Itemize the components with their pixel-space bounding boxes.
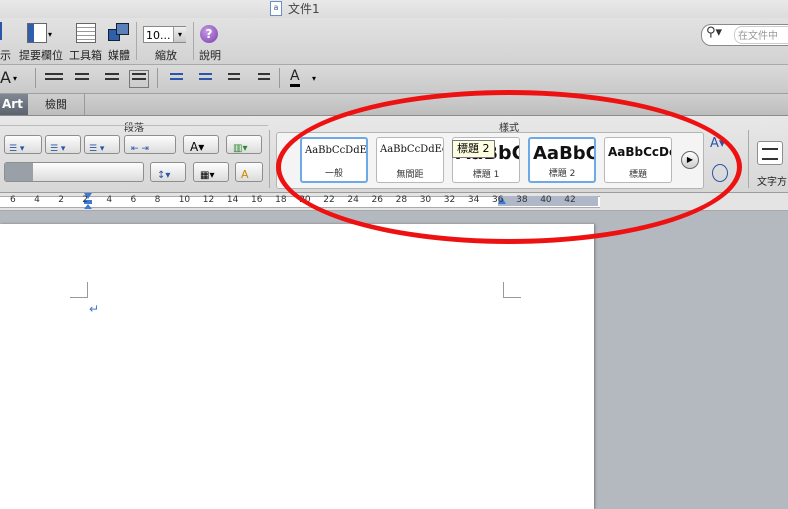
ruler-tick-label: 10: [178, 195, 191, 205]
bullets-button[interactable]: ☰ ▾: [4, 135, 42, 154]
group-title-divider: [0, 125, 268, 126]
sidebar-dropdown-icon[interactable]: ▾: [48, 30, 52, 39]
more-styles-icon[interactable]: ▶: [681, 151, 699, 169]
toolbar-divider: [157, 68, 158, 88]
page-corner-mark: [70, 282, 88, 298]
paragraph-mark-icon: ↵: [89, 302, 100, 316]
borders-button[interactable]: ▦▾: [193, 162, 229, 182]
ruler-tick-label: 34: [467, 195, 480, 205]
toolbox-label: 工具箱: [69, 49, 102, 62]
ruler-tick-label: 32: [443, 195, 456, 205]
font-color-dropdown-icon[interactable]: ▾: [312, 74, 316, 83]
style-normal[interactable]: AaBbCcDdEe 一般: [300, 137, 368, 183]
ruler-tick-label: 12: [202, 195, 215, 205]
font-color-icon[interactable]: A: [290, 68, 300, 87]
ruler-tick-label: 2: [82, 195, 89, 205]
change-styles-icon[interactable]: A▾: [710, 136, 725, 151]
title-bar: [0, 0, 788, 18]
indent-buttons[interactable]: ⇤ ⇥: [124, 135, 176, 154]
ruler-tick-label: 6: [10, 195, 16, 205]
ruler-tick-label: 4: [106, 195, 113, 205]
font-style-dropdown-icon[interactable]: ▾: [13, 74, 17, 83]
numbered-list-icon[interactable]: [165, 70, 183, 86]
page-corner-mark: [503, 282, 521, 298]
style-tooltip: 標題 2: [452, 140, 495, 158]
ruler-tick-label: 24: [347, 195, 359, 205]
text-direction-button[interactable]: A▾: [183, 135, 219, 154]
text-box-icon[interactable]: [757, 141, 783, 165]
document-icon: a: [270, 1, 282, 16]
ruler-tick-label: 30: [419, 195, 432, 205]
paragraph-group-title: 段落: [124, 123, 144, 134]
ruler-tick-label: 4: [34, 195, 40, 205]
help-icon[interactable]: ?: [200, 25, 218, 43]
style-no-spacing[interactable]: AaBbCcDdEe 無間距: [376, 137, 444, 183]
ruler-tick-label: 28: [395, 195, 408, 205]
window-title: 文件1: [288, 2, 320, 16]
cut-label: 示: [0, 49, 11, 62]
line-spacing-button[interactable]: ↕▾: [150, 162, 186, 182]
ruler-tick-label: 14: [226, 195, 239, 205]
style-title[interactable]: AaBbCcDc 標題: [604, 137, 672, 183]
text-box-label: 文字方: [757, 177, 787, 188]
font-style-icon[interactable]: A: [0, 68, 11, 87]
document-page[interactable]: [0, 224, 594, 509]
group-divider: [748, 130, 749, 188]
style-heading-2[interactable]: AaBbC 標題 2: [528, 137, 596, 183]
toolbar-divider: [193, 22, 194, 60]
alignment-buttons[interactable]: [4, 162, 144, 182]
sidebar-icon[interactable]: [27, 23, 47, 43]
help-label: 說明: [199, 49, 221, 62]
toolbar-divider: [136, 22, 137, 60]
ruler-tick-label: 42: [564, 195, 576, 205]
align-justify-icon[interactable]: [45, 70, 63, 86]
ruler-tick-label: 36: [492, 195, 504, 205]
ruler-tick-label: 16: [251, 195, 263, 205]
ruler-tick-label: 40: [540, 195, 552, 205]
bullet-list-icon[interactable]: [194, 70, 212, 86]
tab-smartart[interactable]: Art: [0, 94, 28, 115]
tab-review[interactable]: 檢閱: [28, 94, 85, 115]
search-icon[interactable]: ⚲▾: [706, 25, 722, 40]
shading-button[interactable]: A: [235, 162, 263, 182]
zoom-dropdown-icon[interactable]: ▾: [173, 27, 186, 42]
align-right-icon[interactable]: [101, 70, 119, 86]
increase-indent-icon[interactable]: [252, 70, 270, 86]
multilevel-list-button[interactable]: ☰ ▾: [84, 135, 120, 154]
ribbon-tabs: [0, 94, 788, 116]
ruler-tick-label: 18: [275, 195, 287, 205]
align-center-icon[interactable]: [73, 70, 91, 86]
distributed-align-icon[interactable]: [129, 70, 149, 88]
zoom-label: 縮放: [155, 49, 177, 62]
ruler-tick-label: 6: [130, 195, 137, 205]
columns-button[interactable]: ▥▾: [226, 135, 262, 154]
ruler-tick-label: 20: [299, 195, 311, 205]
search-input[interactable]: 在文件中: [734, 26, 788, 44]
group-divider: [269, 130, 270, 188]
decrease-indent-icon[interactable]: [222, 70, 240, 86]
toolbox-icon[interactable]: [76, 23, 96, 43]
ruler-tick-label: 8: [154, 195, 161, 205]
style-manager-icon[interactable]: [712, 164, 728, 182]
ruler-tick-label: 26: [371, 195, 383, 205]
ruler-tick-label: 38: [516, 195, 528, 205]
media-icon[interactable]: [108, 23, 129, 41]
toolbar-divider: [279, 68, 280, 88]
numbering-button[interactable]: ☰ ▾: [45, 135, 81, 154]
sidebar-label: 提要欄位: [19, 49, 63, 62]
toolbar-divider: [35, 68, 36, 88]
cut-icon[interactable]: [0, 22, 5, 40]
ruler-tick-label: 2: [58, 195, 64, 205]
ruler-tick-label: 22: [323, 195, 335, 205]
media-label: 媒體: [108, 49, 130, 62]
